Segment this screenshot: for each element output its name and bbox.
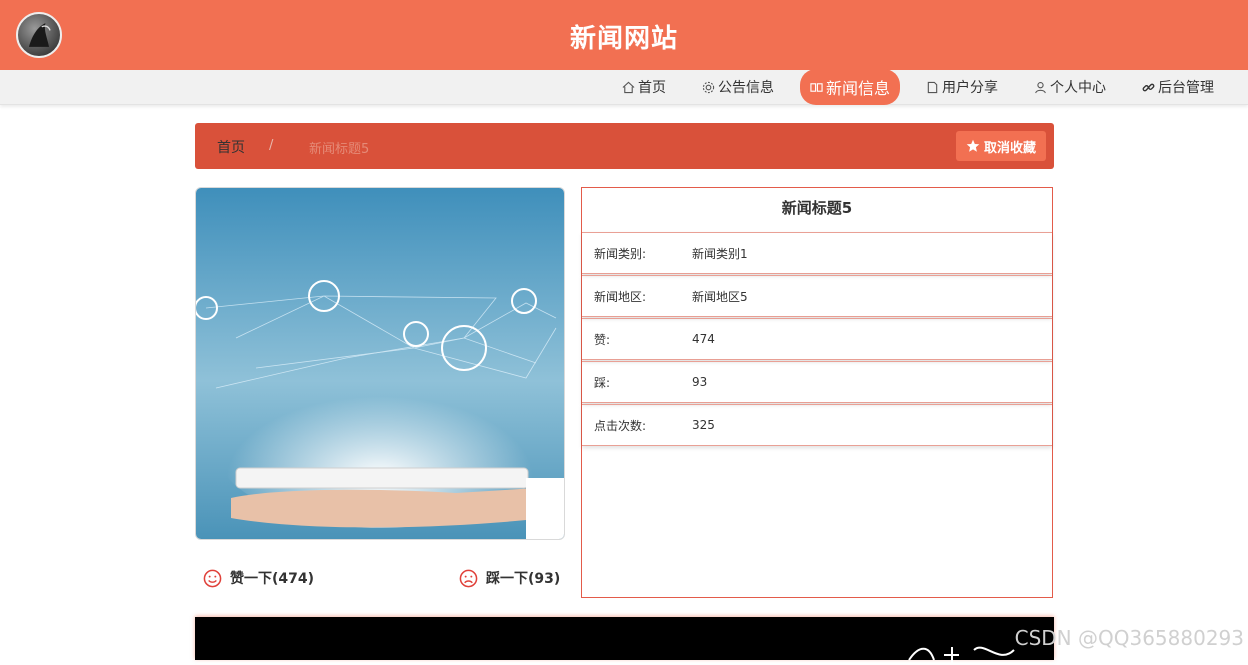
- nav-item-label: 公告信息: [717, 80, 774, 96]
- detail-label: 点击次数:: [594, 418, 647, 433]
- nav-item-notice[interactable]: 公告信息: [692, 73, 784, 101]
- nav-item-admin[interactable]: 后台管理: [1132, 73, 1224, 101]
- detail-value: 325: [692, 418, 715, 432]
- nav-bar: 首页 公告信息 新闻信息 用户分享 个人中心 后台管理: [0, 69, 1248, 105]
- doc-icon: [927, 81, 938, 93]
- detail-value: 新闻类别1: [692, 246, 748, 261]
- nav-item-profile[interactable]: 个人中心: [1024, 73, 1116, 101]
- frown-icon: [459, 569, 478, 587]
- nav-item-share[interactable]: 用户分享: [916, 73, 1008, 101]
- news-title: 新闻标题5: [781, 199, 853, 217]
- star-icon: [966, 139, 980, 152]
- detail-row-views: 点击次数: 325: [582, 404, 1052, 446]
- smile-icon: [203, 569, 222, 587]
- watermark: CSDN @QQ365880293: [1014, 626, 1244, 650]
- like-label: 赞一下(474): [230, 571, 315, 587]
- nav-item-label: 后台管理: [1158, 80, 1214, 96]
- detail-label: 踩:: [594, 375, 611, 390]
- user-icon: [1035, 81, 1046, 93]
- dislike-label: 踩一下(93): [486, 571, 561, 587]
- dislike-button[interactable]: 踩一下(93): [459, 568, 560, 588]
- detail-value: 474: [692, 332, 715, 346]
- detail-label: 新闻地区:: [594, 289, 647, 304]
- unfavorite-label: 取消收藏: [983, 140, 1036, 156]
- detail-label: 新闻类别:: [594, 246, 647, 261]
- nav-item-label: 个人中心: [1050, 80, 1106, 96]
- nav-item-news[interactable]: 新闻信息: [799, 69, 900, 105]
- detail-value: 93: [692, 375, 708, 389]
- main-nav: 首页 公告信息 新闻信息 用户分享 个人中心 后台管理: [612, 69, 1224, 105]
- news-detail-panel: 新闻标题5 新闻类别: 新闻类别1 新闻地区: 新闻地区5 赞: 474 踩: …: [581, 187, 1053, 598]
- breadcrumb-home[interactable]: 首页: [217, 137, 245, 157]
- detail-row-likes: 赞: 474: [582, 318, 1052, 360]
- news-icon: [810, 82, 823, 92]
- detail-value: 新闻地区5: [692, 289, 748, 304]
- news-image: [195, 187, 565, 540]
- detail-row-category: 新闻类别: 新闻类别1: [582, 232, 1052, 274]
- site-title: 新闻网站: [569, 24, 678, 54]
- like-button[interactable]: 赞一下(474): [203, 568, 314, 588]
- home-icon: [622, 81, 635, 93]
- top-header: 新闻网站: [0, 0, 1248, 70]
- nav-item-label: 新闻信息: [825, 79, 890, 98]
- link-icon: [1142, 83, 1155, 91]
- detail-row-dislikes: 踩: 93: [582, 361, 1052, 403]
- breadcrumb-separator: /: [269, 138, 274, 153]
- unfavorite-button[interactable]: 取消收藏: [955, 131, 1046, 161]
- breadcrumb-current: 新闻标题5: [309, 142, 370, 157]
- breadcrumb: 首页 / 新闻标题5 取消收藏: [195, 123, 1054, 169]
- detail-row-region: 新闻地区: 新闻地区5: [582, 275, 1052, 317]
- nav-item-label: 首页: [637, 80, 666, 96]
- nav-item-label: 用户分享: [942, 80, 998, 96]
- bottom-banner: [195, 617, 1054, 663]
- detail-label: 赞:: [594, 332, 611, 347]
- gear-icon: [702, 81, 715, 93]
- nav-item-home[interactable]: 首页: [612, 73, 676, 101]
